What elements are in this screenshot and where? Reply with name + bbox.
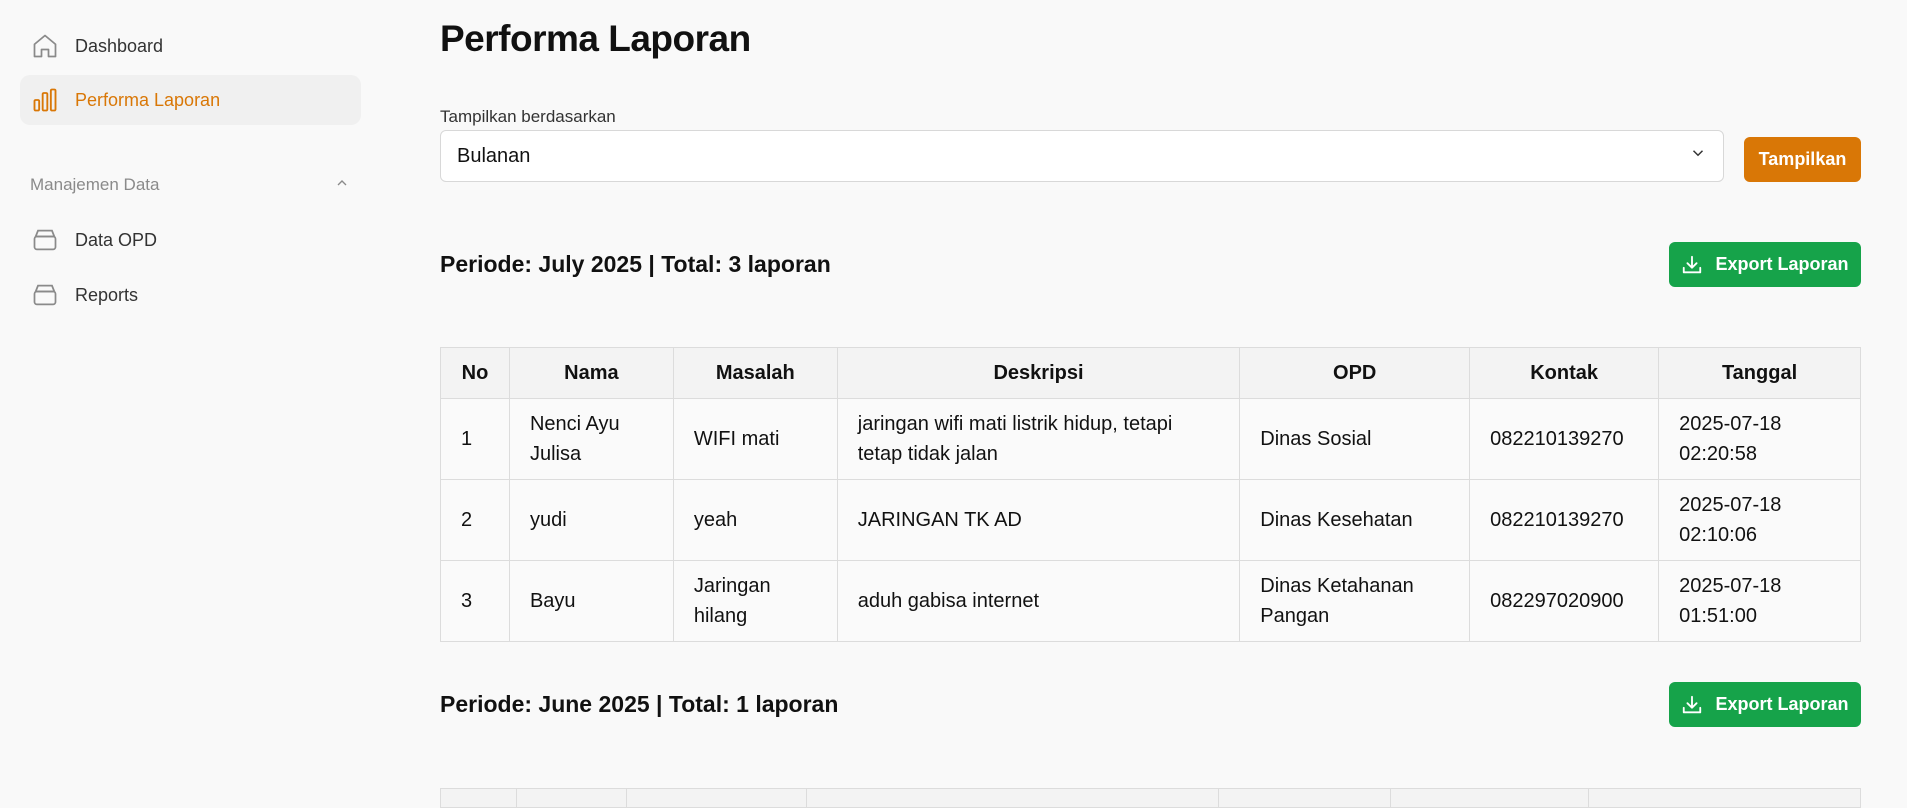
sidebar-item-label: Data OPD [75,229,158,250]
export-button[interactable]: Export Laporan [1669,682,1861,727]
cell-opd: Dinas Kesehatan [1239,479,1471,561]
chevron-up-icon [334,175,350,196]
export-button-label: Export Laporan [1715,694,1849,714]
download-icon [1681,254,1703,276]
cell-nama: Nenci Ayu Julisa [508,398,674,480]
sidebar-item-reports[interactable]: Reports [20,270,361,320]
column-header: No [440,347,510,399]
cell-kontak: 082210139270 [1469,479,1660,561]
cell-nama: yudi [508,479,674,561]
cell-no: 2 [440,479,510,561]
period-title: Periode: June 2025 | Total: 1 laporan [440,691,839,717]
column-header: Masalah [672,347,838,399]
section-manajemen-data[interactable]: Manajemen Data [30,173,350,197]
table-row: 3 Bayu Jaringan hilang aduh gabisa inter… [440,560,1861,642]
cell-nama: Bayu [508,560,674,642]
cell-kontak: 082210139270 [1469,398,1660,480]
cell-masalah: yeah [672,479,838,561]
chevron-down-icon [1689,144,1707,168]
cell-deskripsi: aduh gabisa internet [836,560,1241,642]
cell-no: 1 [440,398,510,480]
cell-tanggal: 2025-07-18 02:20:58 [1658,398,1861,480]
table-header-row: No Nama Masalah Deskripsi OPD Kontak Tan… [440,347,1861,399]
sidebar-item-data-opd[interactable]: Data OPD [20,215,361,265]
sidebar: Dashboard Performa Laporan Manajemen Dat… [0,0,378,797]
sidebar-item-label: Reports [75,284,139,305]
bar-chart-icon [30,85,60,115]
cell-deskripsi: JARINGAN TK AD [836,479,1241,561]
sidebar-item-performa-laporan[interactable]: Performa Laporan [20,75,361,125]
page-title: Performa Laporan [440,18,751,59]
sidebar-item-dashboard[interactable]: Dashboard [20,21,361,71]
cell-tanggal: 2025-07-18 02:10:06 [1658,479,1861,561]
export-button[interactable]: Export Laporan [1669,242,1861,287]
cell-no: 3 [440,560,510,642]
cell-kontak: 082297020900 [1469,560,1660,642]
table-row: 2 yudi yeah JARINGAN TK AD Dinas Kesehat… [440,479,1861,561]
sidebar-item-label: Dashboard [75,35,164,56]
column-header: Kontak [1469,347,1660,399]
main-content: Performa Laporan Tampilkan berdasarkan B… [440,0,1861,808]
database-icon [30,225,60,255]
column-header: Deskripsi [836,347,1241,399]
report-table: No Nama Masalah Deskripsi OPD Kontak Tan… [440,347,1861,642]
cell-opd: Dinas Ketahanan Pangan [1239,560,1471,642]
cell-masalah: WIFI mati [672,398,838,480]
export-button-label: Export Laporan [1715,254,1849,274]
home-icon [30,31,60,61]
sidebar-item-label: Performa Laporan [75,89,221,110]
column-header: Nama [508,347,674,399]
cell-tanggal: 2025-07-18 01:51:00 [1658,560,1861,642]
period-select[interactable]: Bulanan [440,130,1724,182]
tampilkan-button[interactable]: Tampilkan [1744,137,1861,182]
filter-label: Tampilkan berdasarkan [440,107,616,126]
download-icon [1681,694,1703,716]
cell-opd: Dinas Sosial [1239,398,1471,480]
cell-deskripsi: jaringan wifi mati listrik hidup, tetapi… [836,398,1241,480]
table-row: 1 Nenci Ayu Julisa WIFI mati jaringan wi… [440,398,1861,480]
column-header: OPD [1239,347,1471,399]
section-label: Manajemen Data [30,175,160,194]
database-icon [30,280,60,310]
period-title: Periode: July 2025 | Total: 3 laporan [440,251,831,277]
report-table [440,788,1861,808]
cell-masalah: Jaringan hilang [672,560,838,642]
column-header: Tanggal [1658,347,1861,399]
period-select-value: Bulanan [457,144,531,167]
